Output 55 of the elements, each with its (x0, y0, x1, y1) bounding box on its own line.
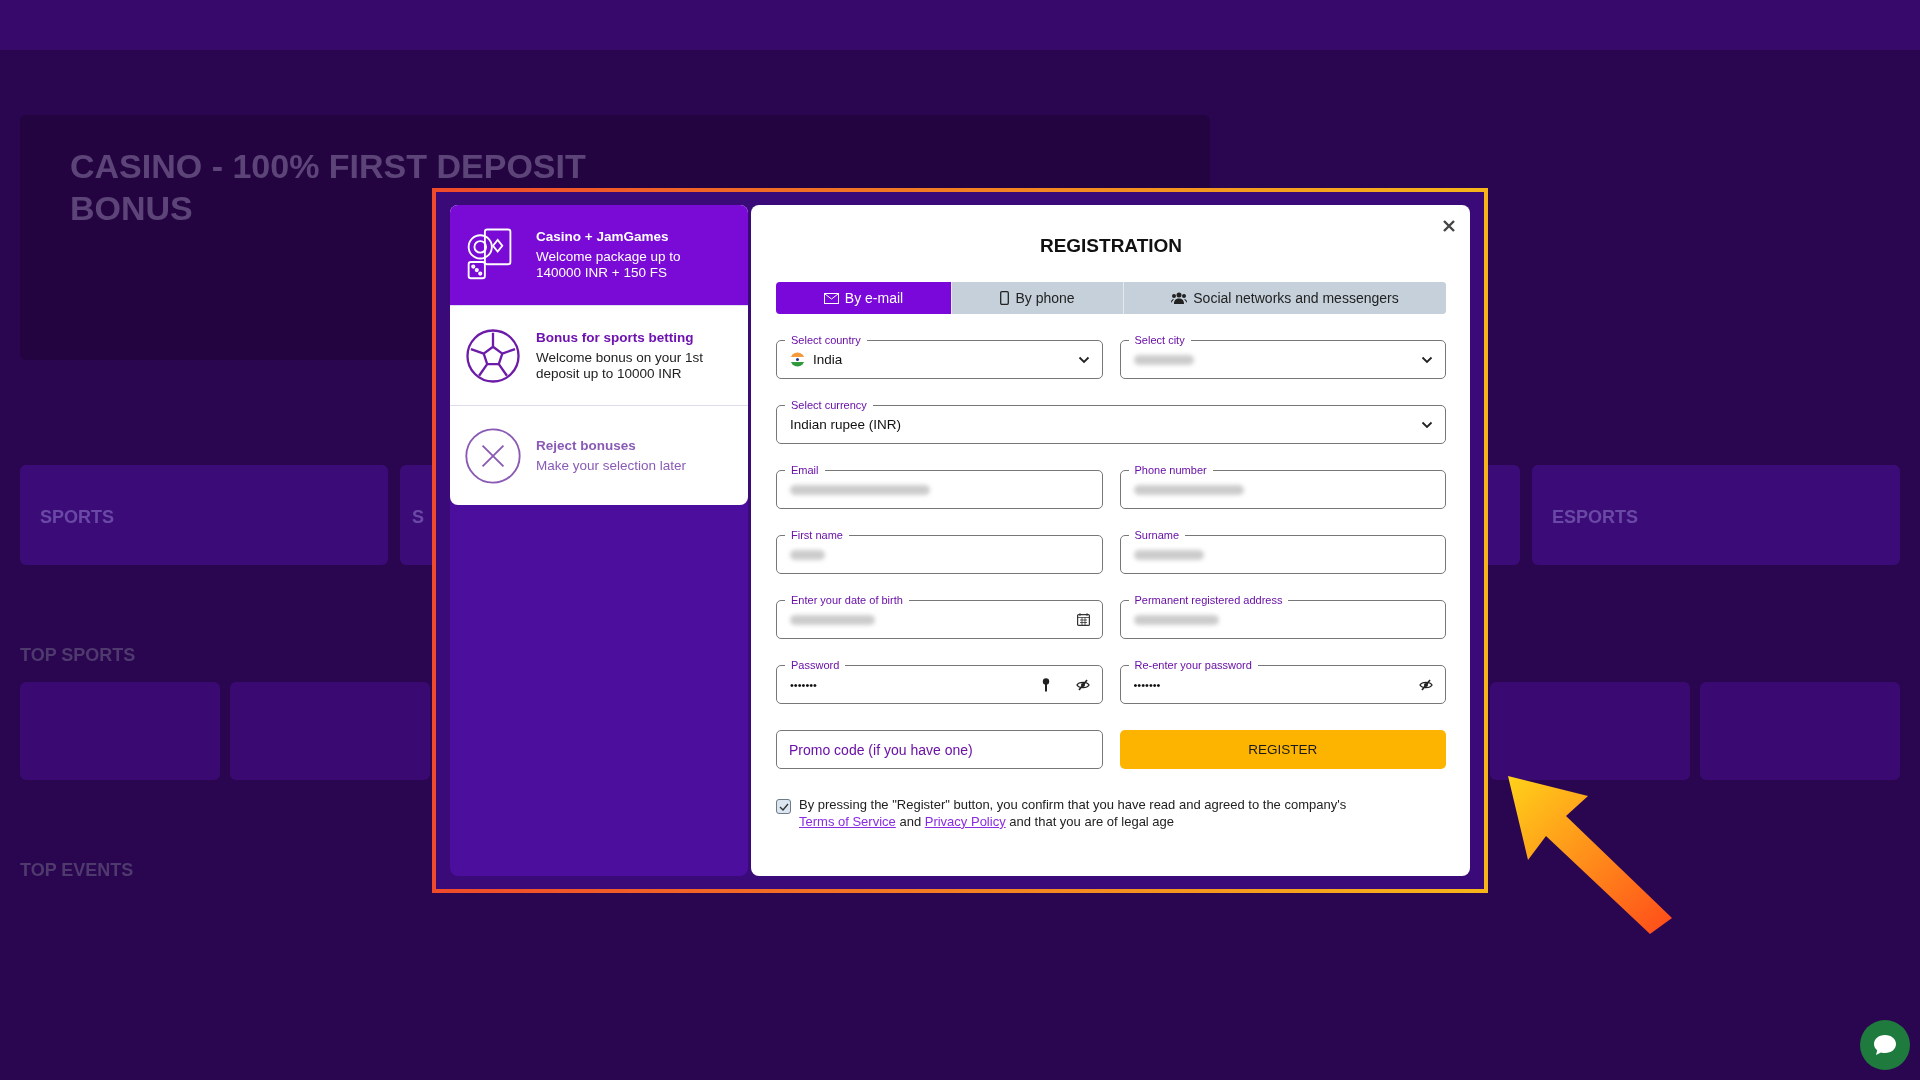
field-label: Email (785, 463, 825, 477)
field-label: Password (785, 658, 846, 672)
field-label: Permanent registered address (1128, 593, 1289, 607)
category-label: S (412, 507, 424, 527)
category-label: SPORTS (40, 507, 114, 527)
field-value: Indian rupee (INR) (790, 417, 902, 432)
close-icon (1442, 219, 1456, 233)
chat-button[interactable] (1860, 1020, 1910, 1070)
blurred-value (1133, 354, 1194, 365)
banner-title: CASINO - 100% FIRST DEPOSIT (70, 146, 586, 187)
bonus-description: Welcome bonus on your 1st deposit up to 10000 INR (536, 349, 705, 382)
blurred-value (790, 549, 825, 560)
promo-code-field[interactable]: Promo code (if you have one) (776, 730, 1103, 769)
dialog-title: REGISTRATION (1038, 235, 1184, 257)
close-circle-icon (464, 426, 522, 485)
field-value: ••••••• (1133, 678, 1161, 691)
bonus-title: Bonus for sports betting (536, 329, 695, 345)
field-label: Surname (1128, 528, 1186, 542)
terms-link[interactable]: Privacy Policy (924, 813, 1006, 829)
field-label: First name (785, 528, 849, 542)
checkbox[interactable] (776, 799, 791, 814)
eye-slash-icon[interactable] (1419, 678, 1433, 691)
envelope-icon (823, 292, 839, 304)
chevron-down-icon[interactable] (1421, 355, 1433, 364)
terms-link[interactable]: Terms of Service (799, 813, 896, 829)
bonus-title: Reject bonuses (536, 437, 637, 453)
chevron-down-icon[interactable] (1421, 420, 1433, 429)
field-value: India (813, 352, 843, 367)
field-label: Re-enter your password (1128, 658, 1258, 672)
field-label: Select currency (785, 398, 873, 412)
category-label: ESPORTS (1552, 507, 1639, 527)
people-icon (1171, 292, 1188, 304)
calendar-icon[interactable] (1076, 613, 1090, 626)
bonus-option[interactable]: Bonus for sports betting Welcome bonus on your 1st deposit up to 10000 INR (450, 305, 748, 405)
soccer-ball-icon (464, 326, 522, 385)
tab[interactable]: By e-mail (776, 282, 952, 314)
bonus-description: Welcome package up to 140000 INR + 150 FS (536, 249, 682, 281)
field-label: Select city (1128, 333, 1191, 347)
eye-slash-icon[interactable] (1075, 678, 1090, 691)
chevron-down-icon[interactable] (1077, 355, 1090, 364)
field-label: Enter your date of birth (785, 593, 909, 607)
phone-icon (1000, 291, 1010, 305)
chat-bubble-icon (1873, 1034, 1897, 1056)
field-label: Select country (785, 333, 867, 347)
consent-text: By pressing the "Register" button, you confirm that you have read and agreed to the company's Terms of Service and Privacy Policy and that you are of legal age (799, 797, 1348, 831)
register-button[interactable]: REGISTER (1119, 730, 1446, 769)
bonus-title: Casino + JamGames (536, 229, 670, 245)
field-value: ••••••• (790, 678, 817, 691)
banner-title: BONUS (70, 188, 193, 229)
field-label: Phone number (1128, 463, 1213, 477)
bonus-option[interactable]: Casino + JamGames Welcome package up to 140000 INR + 150 FS (450, 205, 748, 305)
bonus-description: Make your selection later (536, 457, 688, 474)
bonus-option[interactable]: Reject bonuses Make your selection later (450, 405, 748, 505)
blurred-value (1133, 549, 1204, 560)
key-icon[interactable] (1041, 677, 1050, 692)
